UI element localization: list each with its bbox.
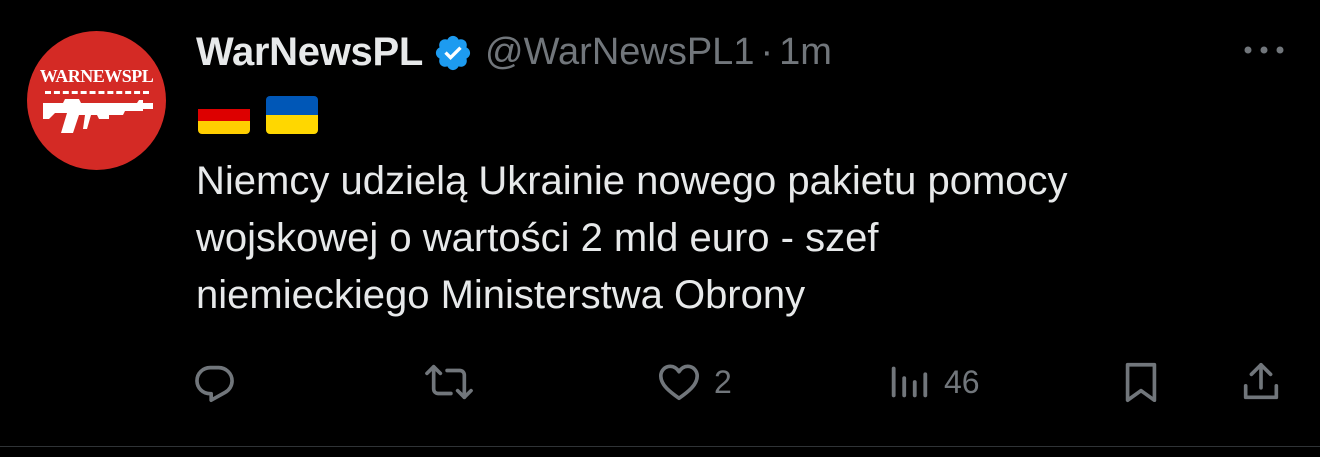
avatar[interactable]: WARNEWSPL [27,31,166,170]
repost-icon [425,364,473,400]
avatar-logo-text: WARNEWSPL [39,66,154,86]
tweet-text-line: Niemcy udzielą Ukrainie nowego pakietu p… [196,159,1068,203]
views-icon [891,366,928,398]
tweet-divider [0,446,1320,447]
like-button[interactable]: 2 [656,358,732,406]
ukraine-flag-icon [266,96,318,134]
more-options-icon[interactable] [1238,30,1290,70]
share-button[interactable] [1238,358,1284,406]
verified-badge-icon [435,35,471,71]
repost-button[interactable] [424,358,474,406]
reply-button[interactable] [192,358,238,406]
bookmark-icon [1125,362,1157,403]
flags-row [198,96,318,136]
bookmark-button[interactable] [1118,358,1164,406]
tweet-header: WarNewsPL @WarNewsPL1 · 1m [196,26,832,78]
tweet[interactable]: WARNEWSPL WarNewsPL @WarNewsPL1 · 1m Nie… [0,0,1320,446]
rifle-logo-icon [43,99,153,133]
share-icon [1243,362,1279,400]
tweet-text-line: wojskowej o wartości 2 mld euro - szef [196,216,879,260]
display-name[interactable]: WarNewsPL [196,30,423,75]
tweet-text-line: niemieckiego Ministerstwa Obrony [196,273,806,317]
heart-icon [658,364,700,401]
tweet-text: Niemcy udzielą Ukrainie nowego pakietu p… [196,153,1276,324]
reply-icon [195,365,234,403]
germany-flag-icon [198,96,250,134]
user-handle[interactable]: @WarNewsPL1 [485,31,754,74]
like-count: 2 [714,363,732,400]
separator-dot: · [760,30,774,73]
timestamp[interactable]: 1m [779,31,832,74]
views-button[interactable]: 46 [886,358,980,406]
views-count: 46 [944,363,980,400]
